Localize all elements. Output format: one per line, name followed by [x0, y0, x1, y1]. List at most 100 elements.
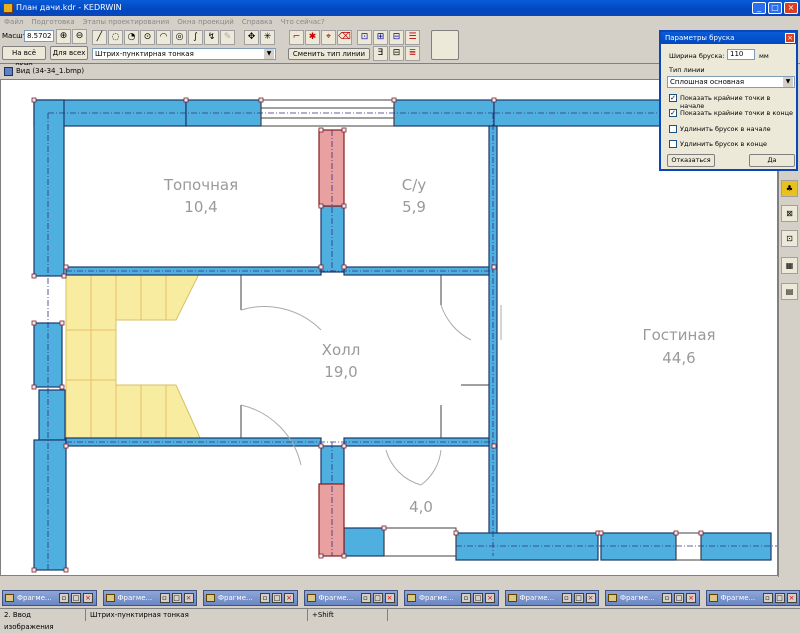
fragment-tab[interactable]: Фрагме...▫□×	[103, 590, 198, 606]
circle-radius-icon[interactable]: ◎	[172, 30, 187, 45]
panel-tool-icon[interactable]: ▤	[781, 283, 798, 300]
fragment-tab[interactable]: Фрагме...▫□×	[304, 590, 399, 606]
restore-icon[interactable]: ▫	[461, 593, 471, 603]
restore-icon[interactable]: ▫	[662, 593, 672, 603]
close-icon[interactable]: ×	[787, 593, 797, 603]
fragment-tab[interactable]: Фрагме...▫□×	[203, 590, 298, 606]
restore-icon[interactable]: ▫	[260, 593, 270, 603]
snap-point-icon[interactable]: ✥	[244, 30, 259, 45]
fragment-icon	[307, 594, 316, 602]
scale-input[interactable]: 8.5702	[24, 30, 54, 42]
fragment-tab[interactable]: Фрагме...▫□×	[505, 590, 600, 606]
maximize-icon[interactable]: □	[473, 593, 483, 603]
chevron-down-icon[interactable]: ▼	[264, 49, 274, 59]
change-line-type-button[interactable]: Сменить тип линии	[288, 48, 370, 60]
line-tool-icon[interactable]: ╱	[92, 30, 107, 45]
close-icon[interactable]: ×	[284, 593, 294, 603]
close-icon[interactable]: ×	[586, 593, 596, 603]
maximize-icon[interactable]: □	[373, 593, 383, 603]
endpoint-marker	[62, 274, 66, 278]
menu-help[interactable]: Справка	[238, 16, 277, 28]
fragment-tab[interactable]: Фрагме...▫□×	[2, 590, 97, 606]
dialog-line-type-select[interactable]: Сплошная основная ▼	[667, 76, 795, 88]
dialog-close-icon[interactable]: ×	[785, 33, 795, 43]
panel-tool-icon[interactable]: ⊠	[781, 205, 798, 222]
endpoint-marker	[32, 385, 36, 389]
show-end-points-checkbox[interactable]: ✓	[669, 109, 677, 117]
menu-windows[interactable]: Окна проекций	[173, 16, 238, 28]
document-icon	[4, 67, 13, 76]
endpoint-marker	[32, 568, 36, 572]
maximize-icon[interactable]: □	[574, 593, 584, 603]
erase-icon[interactable]: ⌫	[337, 30, 352, 45]
fragment-icon	[5, 594, 14, 602]
list-icon[interactable]: ≣	[405, 46, 420, 61]
extend-start-checkbox[interactable]	[669, 125, 677, 133]
close-icon[interactable]: ×	[83, 593, 93, 603]
for-all-button[interactable]: Для всех	[50, 46, 88, 60]
door-tool-icon[interactable]: ⊡	[357, 30, 372, 45]
circle-tool-icon[interactable]: ◌	[108, 30, 123, 45]
maximize-icon[interactable]: □	[172, 593, 182, 603]
close-button[interactable]: ×	[784, 2, 798, 14]
extend-end-checkbox[interactable]	[669, 140, 677, 148]
menu-prepare[interactable]: Подготовка	[27, 16, 78, 28]
zoom-in-icon[interactable]: ⊕	[56, 29, 71, 44]
show-start-points-checkbox[interactable]: ✓	[669, 94, 677, 102]
delete-bar-icon[interactable]: ✱	[305, 30, 320, 45]
endpoint-marker	[32, 321, 36, 325]
maximize-icon[interactable]: □	[674, 593, 684, 603]
wall-bar	[34, 440, 66, 570]
panel-tool-icon[interactable]: ▦	[781, 257, 798, 274]
panel-tool-icon[interactable]: ⊡	[781, 230, 798, 247]
close-icon[interactable]: ×	[385, 593, 395, 603]
curve-tool-icon[interactable]: ∫	[188, 30, 203, 45]
opening-tool-icon[interactable]: ⊟	[389, 30, 404, 45]
restore-icon[interactable]: ▫	[562, 593, 572, 603]
room-area: 5,9	[402, 198, 426, 216]
restore-icon[interactable]: ▫	[160, 593, 170, 603]
line-type-select[interactable]: Штрих-пунктирная тонкая ▼	[92, 48, 276, 60]
fragment-tab[interactable]: Фрагме...▫□×	[605, 590, 700, 606]
restore-icon[interactable]: ▫	[361, 593, 371, 603]
fit-all-button[interactable]: На всё окно	[2, 46, 46, 60]
maximize-icon[interactable]: □	[272, 593, 282, 603]
fragment-icon	[608, 594, 617, 602]
draw-bar-icon[interactable]: ⌐	[289, 30, 304, 45]
menu-whats-now[interactable]: Что сейчас?	[277, 16, 329, 28]
large-action-button[interactable]	[431, 30, 459, 60]
maximize-icon[interactable]: □	[71, 593, 81, 603]
restore-icon[interactable]: ▫	[59, 593, 69, 603]
option-label: Удлинить брусок в конце	[680, 140, 767, 148]
ok-button[interactable]: Да	[749, 154, 795, 167]
arc-tool-icon[interactable]: ◔	[124, 30, 139, 45]
fragment-tab[interactable]: Фрагме...▫□×	[404, 590, 499, 606]
close-icon[interactable]: ×	[184, 593, 194, 603]
snap-intersect-icon[interactable]: ✳	[260, 30, 275, 45]
fragment-tab[interactable]: Фрагме...▫□×	[706, 590, 800, 606]
restore-icon[interactable]: ▫	[763, 593, 773, 603]
minimize-button[interactable]: _	[752, 2, 766, 14]
chevron-down-icon[interactable]: ▼	[783, 77, 793, 87]
close-icon[interactable]: ×	[485, 593, 495, 603]
align-icon[interactable]: ⊟	[389, 46, 404, 61]
spline-tool-icon[interactable]: ↯	[204, 30, 219, 45]
circle-center-icon[interactable]: ⊙	[140, 30, 155, 45]
menu-file[interactable]: Файл	[0, 16, 27, 28]
zoom-out-icon[interactable]: ⊖	[72, 29, 87, 44]
window-tool-icon[interactable]: ⊞	[373, 30, 388, 45]
mirror-icon[interactable]: Ǝ	[373, 46, 388, 61]
arc-3pt-icon[interactable]: ◠	[156, 30, 171, 45]
close-icon[interactable]: ×	[686, 593, 696, 603]
wall-bar	[39, 390, 65, 440]
maximize-icon[interactable]: □	[775, 593, 785, 603]
maximize-button[interactable]: □	[768, 2, 782, 14]
wall-bar	[456, 533, 598, 560]
cancel-button[interactable]: Отказаться	[667, 154, 715, 167]
palm-tool-icon[interactable]: ♣	[781, 180, 798, 197]
wall-tool-icon[interactable]: ☰	[405, 30, 420, 45]
bar-width-input[interactable]: 110	[727, 49, 755, 60]
menu-stages[interactable]: Этапы проектирования	[79, 16, 174, 28]
trim-bar-icon[interactable]: ⌖	[321, 30, 336, 45]
red-bar	[319, 484, 344, 556]
